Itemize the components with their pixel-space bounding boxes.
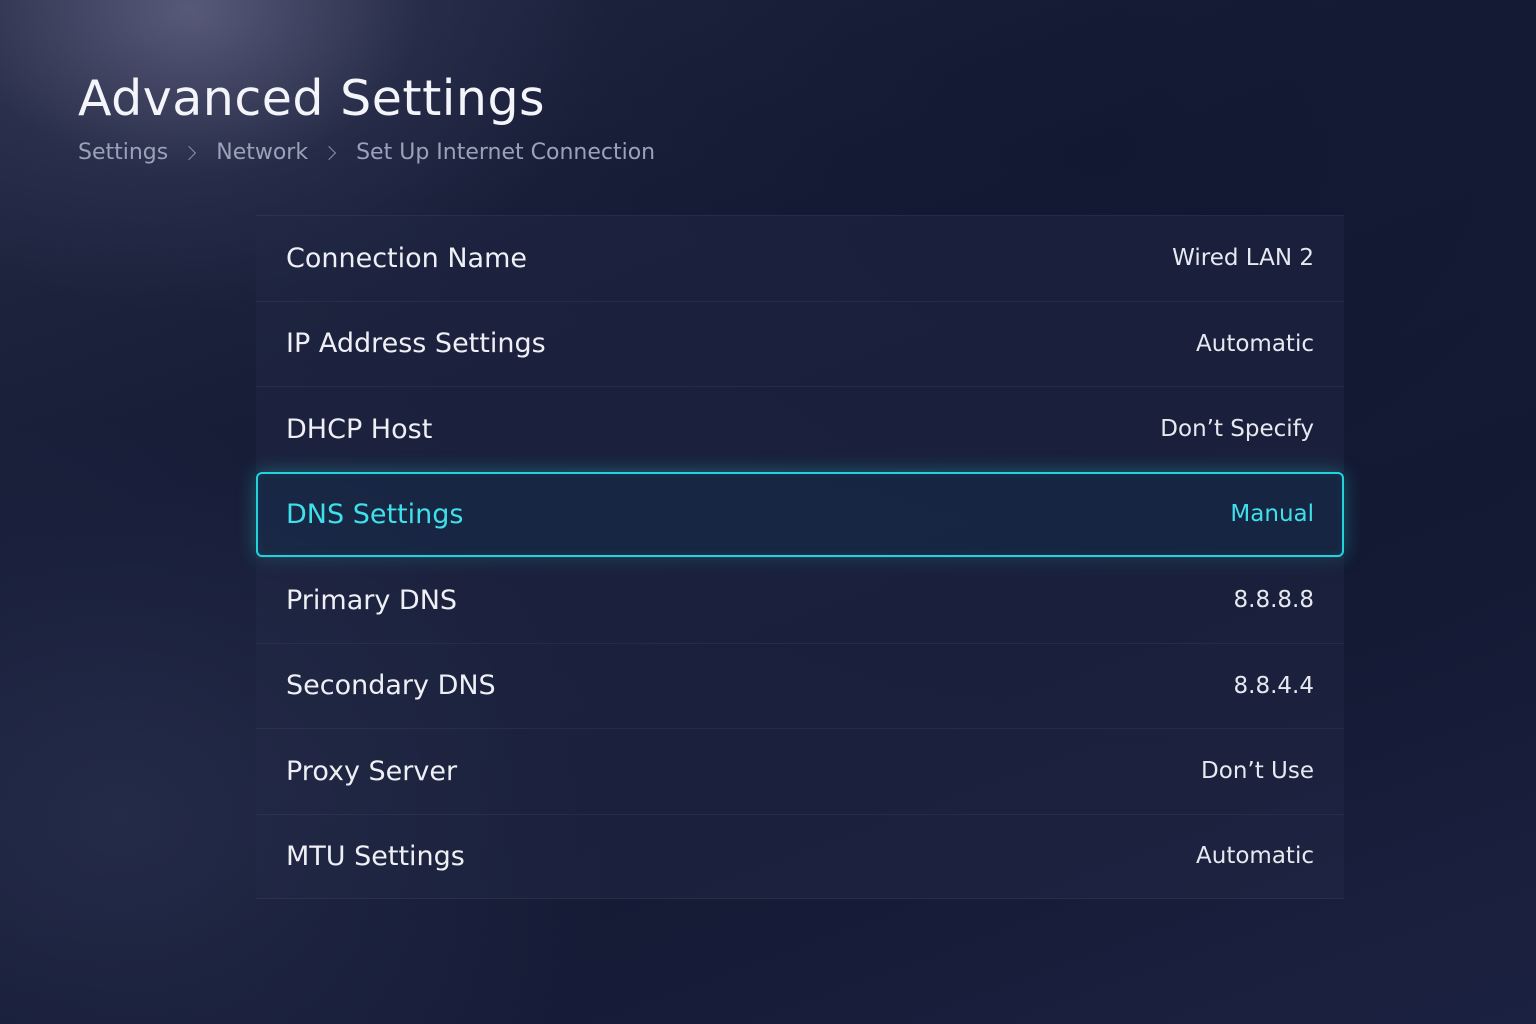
setting-dns-settings[interactable]: DNS Settings Manual: [256, 471, 1344, 557]
setting-label: Secondary DNS: [286, 670, 496, 702]
setting-label: MTU Settings: [286, 840, 465, 872]
breadcrumb-settings[interactable]: Settings: [78, 140, 168, 165]
chevron-right-icon: [322, 145, 337, 160]
setting-label: DNS Settings: [286, 498, 464, 530]
setting-label: Primary DNS: [286, 584, 458, 616]
settings-list: Connection Name Wired LAN 2 IP Address S…: [256, 215, 1344, 899]
page-title: Advanced Settings: [78, 70, 546, 127]
breadcrumb-network[interactable]: Network: [216, 140, 308, 165]
setting-value: Automatic: [1196, 330, 1314, 357]
setting-proxy-server[interactable]: Proxy Server Don’t Use: [256, 728, 1344, 814]
header: Advanced Settings Settings Network Set U…: [78, 68, 655, 165]
setting-label: Connection Name: [286, 242, 528, 274]
setting-value: 8.8.8.8: [1233, 587, 1314, 614]
setting-label: DHCP Host: [286, 413, 433, 445]
setting-primary-dns[interactable]: Primary DNS 8.8.8.8: [256, 557, 1344, 643]
setting-value: 8.8.4.4: [1233, 672, 1314, 699]
setting-label: Proxy Server: [286, 755, 458, 787]
setting-value: Wired LAN 2: [1172, 245, 1314, 272]
setting-value: Don’t Use: [1201, 758, 1314, 785]
breadcrumb-set-up-internet-connection[interactable]: Set Up Internet Connection: [356, 140, 655, 165]
setting-dhcp-host[interactable]: DHCP Host Don’t Specify: [256, 386, 1344, 472]
setting-ip-address-settings[interactable]: IP Address Settings Automatic: [256, 300, 1344, 386]
breadcrumb: Settings Network Set Up Internet Connect…: [78, 140, 655, 165]
setting-value: Don’t Specify: [1160, 416, 1314, 443]
chevron-right-icon: [182, 145, 197, 160]
setting-value: Manual: [1230, 501, 1314, 528]
setting-value: Automatic: [1196, 843, 1314, 870]
setting-secondary-dns[interactable]: Secondary DNS 8.8.4.4: [256, 642, 1344, 728]
setting-connection-name[interactable]: Connection Name Wired LAN 2: [256, 215, 1344, 301]
setting-label: IP Address Settings: [286, 328, 546, 360]
setting-mtu-settings[interactable]: MTU Settings Automatic: [256, 813, 1344, 899]
